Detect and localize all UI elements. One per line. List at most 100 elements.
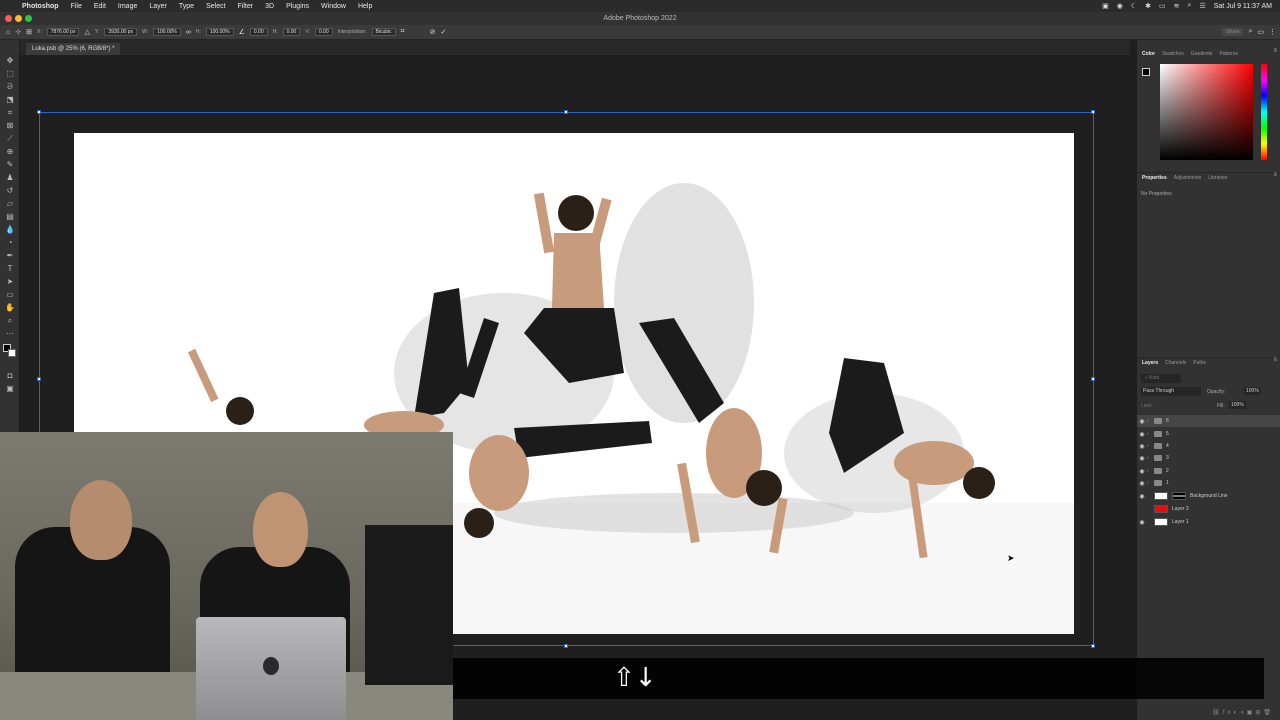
type-tool-icon[interactable]: T xyxy=(4,264,16,274)
menu-type[interactable]: Type xyxy=(173,3,200,10)
eraser-tool-icon[interactable]: ▱ xyxy=(4,199,16,209)
warp-mode-icon[interactable]: ⌗ xyxy=(401,28,405,36)
h-skew-field[interactable]: 0.00 xyxy=(282,28,301,36)
y-field[interactable]: 3930.00 px xyxy=(104,28,138,36)
color-foreground-swatch[interactable] xyxy=(1142,68,1150,76)
document-tab[interactable]: Luka.psb @ 25% (6, RGB/8*) * xyxy=(26,43,121,55)
layer-row[interactable]: ◉ › 4 xyxy=(1137,440,1280,452)
panel-toggle-icon[interactable]: ⋮ xyxy=(1269,28,1276,36)
tab-channels[interactable]: Channels xyxy=(1165,360,1186,366)
expand-caret-icon[interactable]: › xyxy=(1147,480,1154,486)
screen-mode-icon[interactable]: ▣ xyxy=(4,384,16,394)
menu-layer[interactable]: Layer xyxy=(143,3,173,10)
height-field[interactable]: 100.00% xyxy=(205,28,234,36)
eyedropper-tool-icon[interactable]: ⟋ xyxy=(4,134,16,144)
menu-edit[interactable]: Edit xyxy=(88,3,112,10)
color-picker-field[interactable] xyxy=(1160,64,1253,160)
tab-paths[interactable]: Paths xyxy=(1193,360,1206,366)
zoom-window-icon[interactable] xyxy=(25,15,32,22)
brush-tool-icon[interactable]: ✎ xyxy=(4,160,16,170)
expand-caret-icon[interactable]: › xyxy=(1147,443,1154,449)
transform-handle[interactable] xyxy=(1091,644,1095,648)
link-icon[interactable]: ∞ xyxy=(186,29,191,36)
tab-swatches[interactable]: Swatches xyxy=(1162,51,1184,57)
panel-menu-icon[interactable]: ≡ xyxy=(1273,357,1277,363)
dodge-tool-icon[interactable]: ◔ xyxy=(4,238,16,248)
bluetooth-icon[interactable]: ✱ xyxy=(1145,2,1151,10)
expand-caret-icon[interactable]: › xyxy=(1147,431,1154,437)
tab-color[interactable]: Color xyxy=(1142,51,1155,57)
wifi-icon[interactable]: ≋ xyxy=(1174,2,1180,10)
lasso-tool-icon[interactable]: ᘐ xyxy=(4,82,16,92)
layer-row[interactable]: Layer 3 xyxy=(1137,503,1280,515)
layer-row[interactable]: ◉ › 6 xyxy=(1137,415,1280,427)
tab-gradients[interactable]: Gradients xyxy=(1191,51,1213,57)
path-select-tool-icon[interactable]: ➤ xyxy=(4,277,16,287)
layer-row[interactable]: ◉ Background Line xyxy=(1137,490,1280,502)
hand-tool-icon[interactable]: ✋ xyxy=(4,303,16,313)
battery-icon[interactable]: ▭ xyxy=(1159,2,1166,10)
hue-slider[interactable] xyxy=(1261,64,1267,160)
transform-handle[interactable] xyxy=(37,377,41,381)
tab-adjustments[interactable]: Adjustments xyxy=(1174,175,1202,181)
layer-row[interactable]: ◉ Layer 1 xyxy=(1137,516,1280,528)
layer-mask-thumbnail[interactable] xyxy=(1172,492,1186,500)
menu-help[interactable]: Help xyxy=(352,3,378,10)
transform-handle[interactable] xyxy=(1091,377,1095,381)
tab-libraries[interactable]: Libraries xyxy=(1208,175,1227,181)
menu-select[interactable]: Select xyxy=(200,3,231,10)
opacity-field[interactable]: 100% xyxy=(1244,387,1261,395)
tab-patterns[interactable]: Patterns xyxy=(1219,51,1238,57)
visibility-eye-icon[interactable]: ◉ xyxy=(1137,431,1147,438)
blend-mode-select[interactable]: Pass Through xyxy=(1141,387,1201,396)
relative-position-icon[interactable]: △ xyxy=(84,28,89,36)
layer-filter-input[interactable]: ⌕ Kind xyxy=(1141,374,1181,383)
transform-handle[interactable] xyxy=(37,110,41,114)
visibility-eye-icon[interactable]: ◉ xyxy=(1137,455,1147,462)
menu-app-name[interactable]: Photoshop xyxy=(16,3,65,10)
expand-caret-icon[interactable]: › xyxy=(1147,418,1154,424)
object-select-tool-icon[interactable]: ⬔ xyxy=(4,95,16,105)
search-icon[interactable]: ⌕ xyxy=(1248,28,1252,36)
minimize-window-icon[interactable] xyxy=(15,15,22,22)
visibility-eye-icon[interactable]: ◉ xyxy=(1137,493,1147,500)
close-window-icon[interactable] xyxy=(5,15,12,22)
visibility-eye-icon[interactable]: ◉ xyxy=(1137,480,1147,487)
interpolation-select[interactable]: Bicubic xyxy=(371,28,396,36)
tab-properties[interactable]: Properties xyxy=(1142,175,1167,181)
more-tools-icon[interactable]: ⋯ xyxy=(4,329,16,339)
crop-tool-icon[interactable]: ⌗ xyxy=(4,108,16,118)
move-tool-icon[interactable]: ✥ xyxy=(4,56,16,66)
moon-icon[interactable]: ☾ xyxy=(1131,2,1137,10)
transform-handle[interactable] xyxy=(1091,110,1095,114)
expand-caret-icon[interactable]: › xyxy=(1147,455,1154,461)
zoom-tool-icon[interactable]: ⌕ xyxy=(4,316,16,326)
expand-caret-icon[interactable]: › xyxy=(1147,468,1154,474)
panel-menu-icon[interactable]: ≡ xyxy=(1273,48,1277,54)
frame-tool-icon[interactable]: ⊠ xyxy=(4,121,16,131)
menu-image[interactable]: Image xyxy=(112,3,143,10)
healing-tool-icon[interactable]: ⊕ xyxy=(4,147,16,157)
stamp-tool-icon[interactable]: ♟ xyxy=(4,173,16,183)
marquee-tool-icon[interactable]: ⬚ xyxy=(4,69,16,79)
transform-handle[interactable] xyxy=(564,110,568,114)
screen-record-icon[interactable]: ▣ xyxy=(1102,2,1109,10)
menu-file[interactable]: File xyxy=(65,3,88,10)
gradient-tool-icon[interactable]: ▤ xyxy=(4,212,16,222)
pen-tool-icon[interactable]: ✒ xyxy=(4,251,16,261)
move-tool-preset-icon[interactable]: ⊹ xyxy=(15,28,21,36)
visibility-eye-icon[interactable]: ◉ xyxy=(1137,418,1147,425)
quick-mask-icon[interactable]: ◘ xyxy=(4,371,16,381)
workspace-icon[interactable]: ▭ xyxy=(1257,28,1264,36)
layer-row[interactable]: ◉ › 2 xyxy=(1137,465,1280,477)
search-icon[interactable]: ⌕ xyxy=(1188,2,1192,10)
commit-transform-icon[interactable]: ✓ xyxy=(441,28,447,36)
angle-field[interactable]: 0.00 xyxy=(249,28,268,36)
width-field[interactable]: 100.00% xyxy=(153,28,181,36)
menu-filter[interactable]: Filter xyxy=(232,3,260,10)
menu-plugins[interactable]: Plugins xyxy=(280,3,315,10)
menubar-clock[interactable]: Sat Jul 9 11:37 AM xyxy=(1214,3,1272,10)
layer-row[interactable]: ◉ › 3 xyxy=(1137,452,1280,464)
v-skew-field[interactable]: 0.00 xyxy=(314,28,333,36)
control-center-icon[interactable]: ☰ xyxy=(1199,2,1205,10)
